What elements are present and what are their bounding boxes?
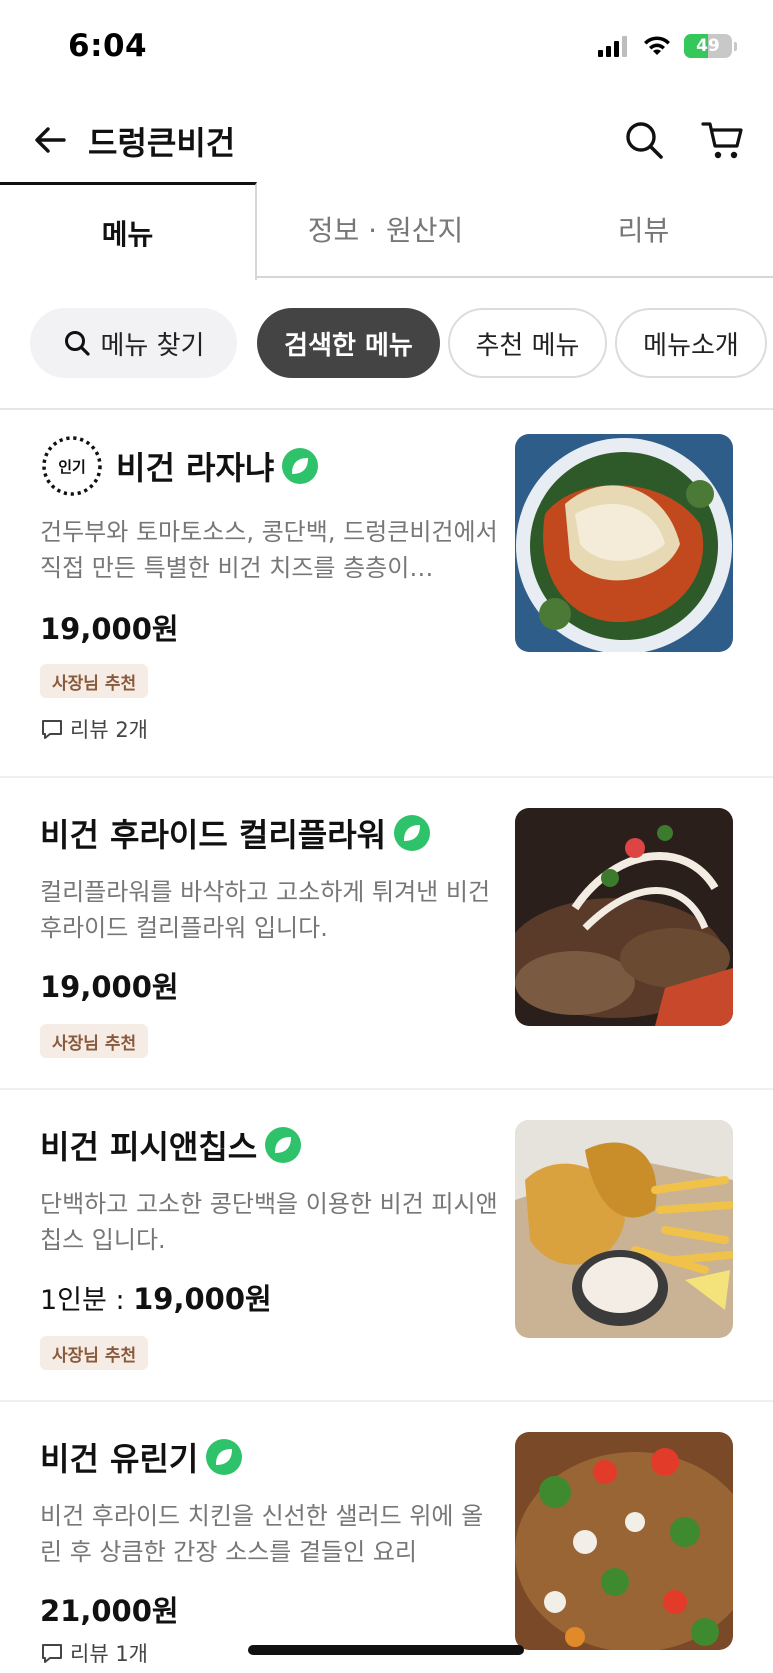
price-prefix: 1인분 : [40,1285,134,1316]
comment-icon [42,720,62,739]
status-time: 6:04 [68,28,148,64]
menu-search-chip[interactable]: 메뉴 찾기 [30,308,237,378]
food-photo [515,434,733,652]
item-description: 단백하고 고소한 콩단백을 이용한 비건 피시앤칩스 입니다. [40,1190,498,1254]
signal-icon [598,36,627,57]
chip-menu-intro[interactable]: 메뉴소개 [615,308,767,378]
battery-cap [734,41,737,51]
item-title: 비건 후라이드 컬리플라워 [40,816,387,854]
leaf-icon [394,815,431,851]
search-icon [64,331,90,356]
food-photo [515,1120,733,1338]
wifi-icon [644,36,670,55]
menu-item[interactable]: 비건 피시앤칩스 단백하고 고소한 콩단백을 이용한 비건 피시앤칩스 입니다.… [0,1090,773,1400]
item-title-row: 비건 피시앤칩스 [40,1122,302,1168]
item-title: 비건 라자냐 [116,449,275,487]
owner-pick-badge: 사장님 추천 [40,1024,149,1058]
cart-button[interactable] [700,118,746,162]
leaf-icon [206,1439,243,1475]
battery-text: 49 [696,36,720,56]
header: 드렁큰비건 [0,100,773,182]
status-icons: 49 [598,34,737,58]
item-price: 19,000원 [40,970,179,1004]
battery-icon: 49 [684,34,732,58]
review-count: 리뷰 2개 [40,714,148,744]
review-count-label: 리뷰 2개 [70,718,148,742]
back-arrow-icon [35,127,66,153]
search-button[interactable] [622,118,666,162]
cart-icon [701,122,743,159]
item-description: 건두부와 토마토소스, 콩단백, 드렁큰비건에서 직접 만든 특별한 비건 치즈… [40,518,498,582]
chip-recommended-menu[interactable]: 추천 메뉴 [448,308,607,378]
chip-searched-menu[interactable]: 검색한 메뉴 [257,308,440,378]
review-count-label: 리뷰 1개 [70,1642,148,1666]
owner-pick-badge: 사장님 추천 [40,664,149,698]
comment-icon [42,1644,62,1663]
tab-info-origin[interactable]: 정보 · 원산지 [257,182,514,278]
review-count: 리뷰 1개 [40,1638,148,1668]
menu-item[interactable]: 인기 비건 라자냐 건두부와 토마토소스, 콩단백, 드렁큰비건에서 직접 만든… [0,410,773,776]
status-bar: 6:04 49 [0,0,773,100]
food-photo [515,808,733,1026]
item-description: 비건 후라이드 치킨을 신선한 샐러드 위에 올린 후 상큼한 간장 소스를 곁… [40,1502,484,1566]
food-photo [515,1432,733,1650]
back-button[interactable] [30,120,70,160]
search-icon [626,122,663,159]
owner-pick-badge: 사장님 추천 [40,1336,149,1370]
leaf-icon [282,448,319,484]
menu-filter-chips: 메뉴 찾기 검색한 메뉴 추천 메뉴 메뉴소개 [0,308,773,380]
item-price: 19,000원 [40,612,179,646]
price-value: 19,000원 [133,1282,272,1316]
leaf-icon [265,1127,302,1163]
item-description: 컬리플라워를 바삭하고 고소하게 튀겨낸 비건 후라이드 컬리플라워 입니다. [40,878,491,942]
popular-label: 인기 [58,457,86,476]
tab-reviews[interactable]: 리뷰 [514,182,773,278]
menu-item[interactable]: 비건 후라이드 컬리플라워 컬리플라워를 바삭하고 고소하게 튀겨낸 비건 후라… [0,778,773,1088]
tab-menu[interactable]: 메뉴 [0,182,257,280]
menu-search-label: 메뉴 찾기 [100,330,205,361]
item-title-row: 비건 후라이드 컬리플라워 [40,810,431,856]
item-title: 비건 피시앤칩스 [40,1128,258,1166]
item-title: 비건 유린기 [40,1440,199,1478]
store-title: 드렁큰비건 [88,124,236,162]
store-tabs: 메뉴 정보 · 원산지 리뷰 [0,182,773,280]
popular-badge: 인기 [40,434,104,498]
item-price: 21,000원 [40,1594,179,1628]
item-price: 1인분 : 19,000원 [40,1276,272,1318]
menu-item[interactable]: 비건 유린기 비건 후라이드 치킨을 신선한 샐러드 위에 올린 후 상큼한 간… [0,1402,773,1673]
home-indicator [248,1645,524,1655]
item-title-row: 비건 유린기 [40,1434,243,1480]
item-title-row: 인기 비건 라자냐 [40,434,319,498]
